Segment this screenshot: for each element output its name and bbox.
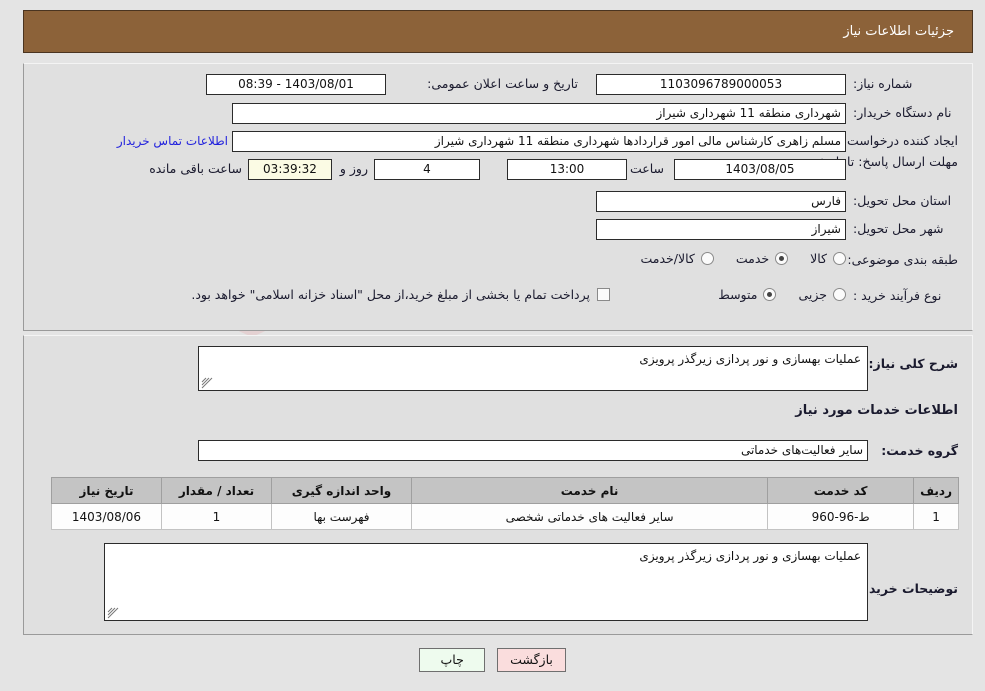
cell-row-no: 1 xyxy=(913,503,959,530)
purchase-option-medium-label: متوسط xyxy=(718,287,758,302)
deadline-label-block: مهلت ارسال پاسخ: تا تاریخ: xyxy=(813,154,958,169)
services-table: ردیف کد خدمت نام خدمت واحد اندازه گیری ت… xyxy=(51,477,959,530)
announce-datetime-value: 1403/08/01 - 08:39 xyxy=(206,74,386,95)
purchase-type-options: جزیی متوسط xyxy=(696,287,846,302)
print-button[interactable]: چاپ xyxy=(419,648,486,672)
resize-grip-icon[interactable] xyxy=(201,377,213,389)
treasury-docs-checkbox-row[interactable]: پرداخت تمام یا بخشی از مبلغ خرید،از محل … xyxy=(191,287,610,302)
need-number-row: شماره نیاز: xyxy=(853,76,958,91)
buyer-notes-value: عملیات بهسازی و نور پردازی زیرگذر پرویزی xyxy=(639,549,861,563)
creator-label: ایجاد کننده درخواست: xyxy=(842,133,958,148)
purchase-type-label: نوع فرآیند خرید : xyxy=(853,288,942,303)
purchase-option-minor[interactable]: جزیی xyxy=(798,287,846,302)
category-option-service[interactable]: خدمت xyxy=(735,251,789,266)
purchase-option-medium[interactable]: متوسط xyxy=(718,287,777,302)
need-summary-panel: شماره نیاز: 1103096789000053 تاریخ و ساع… xyxy=(23,63,973,331)
page-title: جزئیات اطلاعات نیاز xyxy=(843,24,954,39)
buyer-notes-label-wrap: توضیحات خریدار: xyxy=(852,581,958,596)
cell-need-date: 1403/08/06 xyxy=(51,503,162,530)
creator-value: مسلم زاهری کارشناس مالی امور قراردادها ش… xyxy=(232,131,846,152)
table-header-row: ردیف کد خدمت نام خدمت واحد اندازه گیری ت… xyxy=(51,477,959,504)
general-desc-label: شرح کلی نیاز: xyxy=(868,356,958,371)
radio-medium-icon[interactable] xyxy=(763,288,777,301)
buyer-org-row: نام دستگاه خریدار: xyxy=(853,105,958,120)
deadline-days-label: روز و xyxy=(339,161,368,176)
category-option-goods-service[interactable]: کالا/خدمت xyxy=(640,251,714,266)
buyer-contact-link[interactable]: اطلاعات تماس خریدار xyxy=(117,134,228,148)
category-option-goods[interactable]: کالا xyxy=(810,251,846,266)
th-quantity: تعداد / مقدار xyxy=(161,477,272,504)
deadline-countdown-label: ساعت باقی مانده xyxy=(149,161,242,176)
purchase-option-minor-label: جزیی xyxy=(798,287,827,302)
resize-grip-icon-2[interactable] xyxy=(107,607,119,619)
th-unit: واحد اندازه گیری xyxy=(271,477,412,504)
service-group-value: سایر فعالیت‌های خدماتی xyxy=(198,440,868,461)
city-value: شیراز xyxy=(596,219,846,240)
deadline-label: مهلت ارسال پاسخ: تا تاریخ: xyxy=(813,154,958,169)
buyer-org-label: نام دستگاه خریدار: xyxy=(853,105,952,120)
radio-goods-icon[interactable] xyxy=(833,252,846,265)
category-label: طبقه بندی موضوعی: xyxy=(847,252,958,267)
need-number-label: شماره نیاز: xyxy=(853,76,913,91)
deadline-countdown-value: 03:39:32 xyxy=(248,159,332,180)
general-desc-label-wrap: شرح کلی نیاز: xyxy=(869,356,958,371)
radio-minor-icon[interactable] xyxy=(833,288,846,301)
city-row: شهر محل تحویل: xyxy=(853,221,958,236)
announce-datetime-row: تاریخ و ساعت اعلان عمومی: xyxy=(427,76,578,91)
deadline-date-value: 1403/08/05 xyxy=(674,159,846,180)
category-option-goods-label: کالا xyxy=(810,251,827,266)
service-group-label: گروه خدمت: xyxy=(881,443,958,458)
city-label: شهر محل تحویل: xyxy=(853,221,944,236)
table-row: 1 ط-96-960 سایر فعالیت های خدماتی شخصی ف… xyxy=(51,503,959,530)
cell-service-code: ط-96-960 xyxy=(767,503,915,530)
purchase-type-row: نوع فرآیند خرید : xyxy=(853,288,958,303)
cell-quantity: 1 xyxy=(161,503,272,530)
announce-datetime-label: تاریخ و ساعت اعلان عمومی: xyxy=(427,76,578,91)
cell-unit: فهرست بها xyxy=(271,503,412,530)
province-value: فارس xyxy=(596,191,846,212)
province-label: استان محل تحویل: xyxy=(853,193,952,208)
page-title-bar: جزئیات اطلاعات نیاز xyxy=(23,10,973,53)
category-row: طبقه بندی موضوعی: xyxy=(847,252,958,267)
th-service-name: نام خدمت xyxy=(410,477,769,504)
cell-service-name: سایر فعالیت های خدماتی شخصی xyxy=(410,503,769,530)
deadline-days-value: 4 xyxy=(374,159,480,180)
footer-button-bar: بازگشت چاپ xyxy=(0,648,985,672)
radio-service-icon[interactable] xyxy=(775,252,789,265)
treasury-docs-text: پرداخت تمام یا بخشی از مبلغ خرید،از محل … xyxy=(191,287,590,302)
creator-row: ایجاد کننده درخواست: xyxy=(842,133,958,148)
category-option-goods-service-label: کالا/خدمت xyxy=(640,251,695,266)
province-row: استان محل تحویل: xyxy=(853,193,958,208)
back-button[interactable]: بازگشت xyxy=(497,648,566,672)
th-need-date: تاریخ نیاز xyxy=(51,477,162,504)
th-service-code: کد خدمت xyxy=(767,477,915,504)
general-desc-value: عملیات بهسازی و نور پردازی زیرگذر پرویزی xyxy=(639,352,861,366)
services-heading: اطلاعات خدمات مورد نیاز xyxy=(795,403,958,418)
category-options: کالا خدمت کالا/خدمت xyxy=(618,251,846,266)
services-heading-wrap: اطلاعات خدمات مورد نیاز xyxy=(795,403,958,418)
service-group-label-wrap: گروه خدمت: xyxy=(881,443,958,458)
checkbox-treasury-icon[interactable] xyxy=(597,288,610,301)
need-details-panel: شرح کلی نیاز: عملیات بهسازی و نور پردازی… xyxy=(23,335,973,635)
deadline-time-value: 13:00 xyxy=(507,159,627,180)
buyer-notes-textarea[interactable]: عملیات بهسازی و نور پردازی زیرگذر پرویزی xyxy=(104,543,868,621)
category-option-service-label: خدمت xyxy=(735,251,770,266)
deadline-time-label: ساعت xyxy=(629,161,664,176)
buyer-notes-label: توضیحات خریدار: xyxy=(852,581,958,596)
radio-goods-service-icon[interactable] xyxy=(700,252,714,265)
buyer-org-value: شهرداری منطقه 11 شهرداری شیراز xyxy=(232,103,846,124)
th-row-no: ردیف xyxy=(913,477,959,504)
need-number-value: 1103096789000053 xyxy=(596,74,846,95)
general-desc-textarea[interactable]: عملیات بهسازی و نور پردازی زیرگذر پرویزی xyxy=(198,346,868,391)
